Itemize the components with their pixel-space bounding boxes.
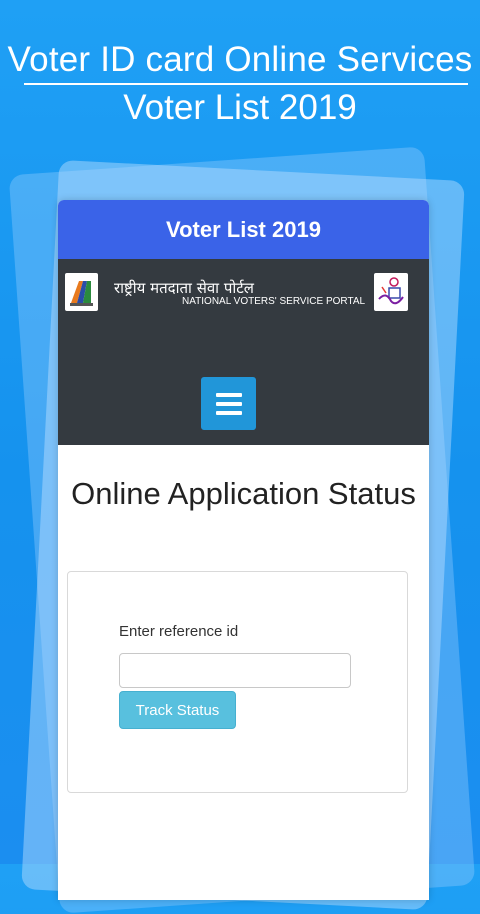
- eci-logo-icon: [65, 273, 98, 311]
- hamburger-menu-icon-bar: [215, 401, 242, 406]
- app-bar: Voter List 2019: [58, 200, 429, 259]
- reference-form-panel: Enter reference id Track Status: [67, 571, 408, 793]
- svp-logo-icon: [374, 273, 408, 311]
- reference-id-input[interactable]: [119, 653, 351, 688]
- hamburger-menu-button[interactable]: [201, 377, 256, 430]
- track-status-button[interactable]: Track Status: [119, 691, 236, 729]
- page-title: Online Application Status: [71, 476, 416, 511]
- portal-name-hindi: राष्ट्रीय मतदाता सेवा पोर्टल: [114, 279, 254, 297]
- phone-screen: Voter List 2019 राष्ट्रीय मतदाता सेवा पो…: [58, 200, 429, 900]
- app-bar-title: Voter List 2019: [166, 216, 321, 242]
- hamburger-menu-icon: [215, 392, 242, 397]
- promo-title: Voter ID card Online Services: [7, 40, 473, 79]
- promo-divider: [24, 83, 468, 85]
- portal-name-english: NATIONAL VOTERS' SERVICE PORTAL: [182, 296, 366, 307]
- hamburger-menu-icon-bar: [215, 410, 242, 415]
- reference-id-label: Enter reference id: [119, 623, 239, 640]
- portal-header: राष्ट्रीय मतदाता सेवा पोर्टल NATIONAL VO…: [58, 259, 429, 445]
- promo-subtitle: Voter List 2019: [123, 88, 357, 127]
